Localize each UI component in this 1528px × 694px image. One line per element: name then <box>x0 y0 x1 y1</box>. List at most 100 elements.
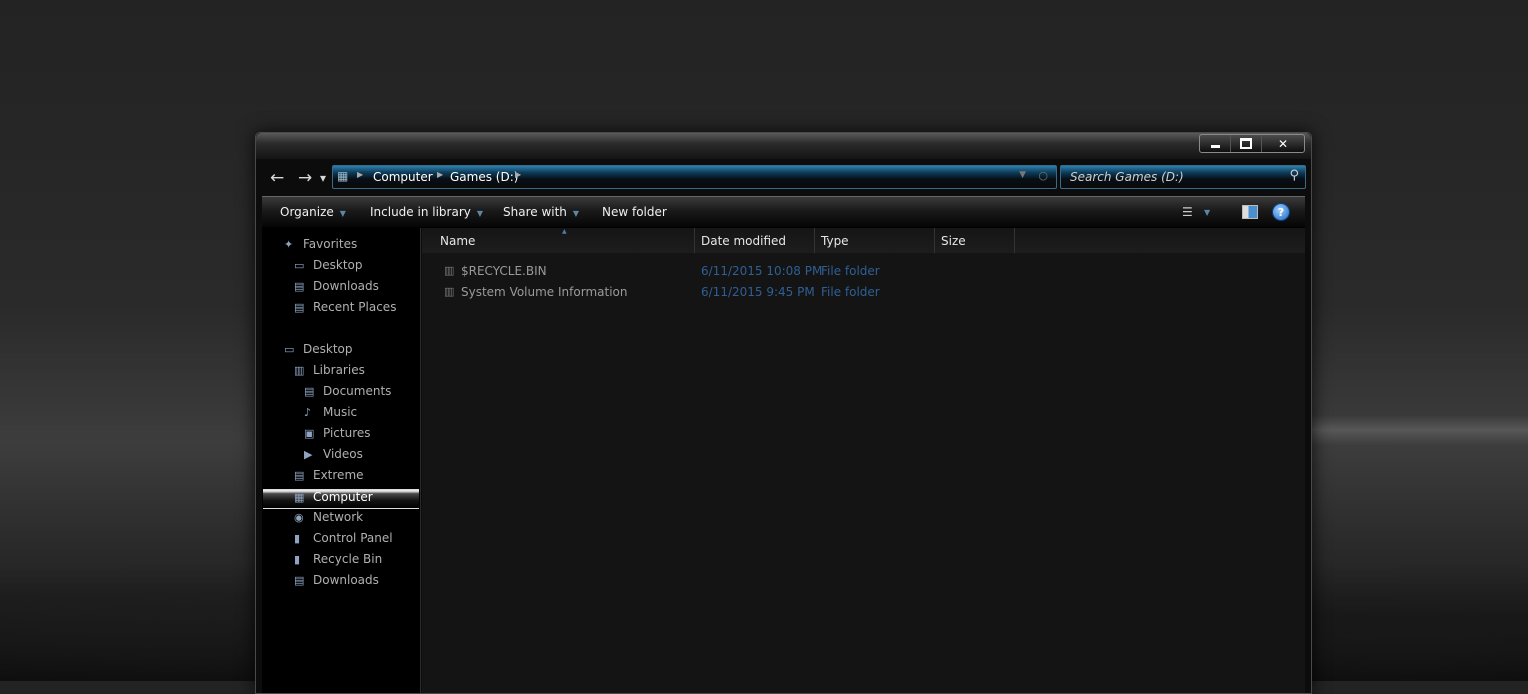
forward-button[interactable]: → <box>298 168 312 188</box>
breadcrumb-separator-icon[interactable]: ▶ <box>515 170 521 179</box>
change-view-icon[interactable]: ☰ <box>1182 205 1193 219</box>
nav-label: Extreme <box>313 468 364 482</box>
new-folder-button[interactable]: New folder <box>602 205 667 219</box>
column-header: ▲ Name Date modified Type Size <box>422 228 1305 253</box>
column-date-modified[interactable]: Date modified <box>701 234 786 248</box>
search-input[interactable]: Search Games (D:) <box>1070 170 1184 184</box>
chevron-down-icon: ▼ <box>476 209 484 218</box>
address-row: ← → ▾ ▦ ▶ Computer ▶ Games (D:) ▶ ▼ ○ Se… <box>262 163 1307 193</box>
nav-label: Libraries <box>313 363 365 377</box>
include-in-library-button[interactable]: Include in library ▼ <box>370 205 483 219</box>
nav-label: Recent Places <box>313 300 397 314</box>
nav-label: Desktop <box>313 258 363 272</box>
nav-pictures[interactable]: ▣ Pictures <box>304 426 371 446</box>
view-options-chevron-icon[interactable]: ▼ <box>1204 208 1210 217</box>
control-panel-icon: ▮ <box>294 532 301 545</box>
column-type[interactable]: Type <box>821 234 849 248</box>
include-in-library-label: Include in library <box>370 205 471 219</box>
navigation-pane: ✦ Favorites ▭ Desktop ▤ Downloads ▤ Recent P… <box>262 228 421 693</box>
sort-ascending-icon: ▲ <box>562 228 567 235</box>
nav-label: Desktop <box>303 342 353 356</box>
share-with-button[interactable]: Share with ▼ <box>503 205 579 219</box>
nav-favorites-desktop[interactable]: ▭ Desktop <box>294 258 363 278</box>
desktop-icon: ▭ <box>284 343 295 356</box>
recent-places-icon: ▤ <box>294 301 305 314</box>
nav-extreme[interactable]: ▤ Extreme <box>294 468 364 488</box>
column-divider[interactable] <box>1014 228 1015 253</box>
back-button[interactable]: ← <box>270 168 284 188</box>
file-date: 6/11/2015 10:08 PM <box>701 264 823 278</box>
file-name: $RECYCLE.BIN <box>461 264 547 278</box>
chevron-down-icon: ▼ <box>572 209 580 218</box>
maximize-button[interactable] <box>1231 135 1262 152</box>
nav-network[interactable]: ◉ Network <box>294 510 363 530</box>
refresh-icon[interactable]: ○ <box>1038 169 1048 182</box>
favorites-star-icon: ✦ <box>284 238 294 251</box>
column-divider[interactable] <box>694 228 695 253</box>
folder-icon: ▥ <box>444 264 455 277</box>
column-size[interactable]: Size <box>941 234 966 248</box>
organize-button[interactable]: Organize ▼ <box>280 205 346 219</box>
table-row[interactable]: ▥ System Volume Information 6/11/2015 9:… <box>422 282 1022 302</box>
search-icon[interactable]: ⚲ <box>1289 168 1299 183</box>
nav-label: Documents <box>323 384 392 398</box>
desktop-wallpaper-haze <box>1310 415 1528 445</box>
nav-favorites-downloads[interactable]: ▤ Downloads <box>294 279 379 299</box>
nav-documents[interactable]: ▤ Documents <box>304 384 391 404</box>
close-icon: ✕ <box>1277 136 1289 151</box>
nav-label: Favorites <box>303 237 358 251</box>
downloads-icon: ▤ <box>294 574 305 587</box>
address-dropdown-icon[interactable]: ▼ <box>1019 170 1026 180</box>
nav-desktop[interactable]: ▭ Desktop <box>284 342 353 362</box>
nav-favorites[interactable]: ✦ Favorites <box>284 237 357 257</box>
address-bar[interactable]: ▦ ▶ Computer ▶ Games (D:) ▶ ▼ ○ <box>332 165 1057 189</box>
minimize-icon <box>1210 145 1220 148</box>
search-box[interactable]: Search Games (D:) ⚲ <box>1060 165 1306 189</box>
file-list: ▲ Name Date modified Type Size ▥ $RECYCL… <box>422 228 1305 693</box>
command-bar: Organize ▼ Include in library ▼ Share with… <box>262 196 1305 228</box>
chevron-down-icon: ▼ <box>339 209 346 218</box>
user-folder-icon: ▤ <box>294 469 305 482</box>
help-icon[interactable]: ? <box>1272 203 1290 221</box>
column-divider[interactable] <box>814 228 815 253</box>
desktop-icon: ▭ <box>294 259 305 272</box>
nav-label: Control Panel <box>313 531 393 545</box>
nav-downloads[interactable]: ▤ Downloads <box>294 573 379 593</box>
computer-icon: ▦ <box>294 491 305 504</box>
share-with-label: Share with <box>503 205 567 219</box>
nav-recent-places[interactable]: ▤ Recent Places <box>294 300 396 320</box>
maximize-icon <box>1240 138 1252 149</box>
breadcrumb-games-drive[interactable]: Games (D:) <box>450 170 518 184</box>
nav-label: Recycle Bin <box>313 552 383 566</box>
videos-icon: ▶ <box>304 448 313 461</box>
computer-icon: ▦ <box>337 169 349 183</box>
organize-label: Organize <box>280 205 334 219</box>
file-name: System Volume Information <box>461 285 628 299</box>
file-type: File folder <box>821 264 880 278</box>
table-row[interactable]: ▥ $RECYCLE.BIN 6/11/2015 10:08 PM File f… <box>422 261 1022 281</box>
caption-buttons: ✕ <box>1199 134 1305 153</box>
file-type: File folder <box>821 285 880 299</box>
breadcrumb-separator-icon[interactable]: ▶ <box>437 170 443 179</box>
breadcrumb-separator-icon[interactable]: ▶ <box>357 170 363 179</box>
minimize-button[interactable] <box>1200 135 1231 152</box>
column-name[interactable]: Name <box>440 234 475 248</box>
nav-control-panel[interactable]: ▮ Control Panel <box>294 531 393 551</box>
nav-label: Downloads <box>313 573 379 587</box>
nav-label: Computer <box>313 490 373 504</box>
pictures-icon: ▣ <box>304 427 315 440</box>
nav-computer[interactable]: ▦ Computer <box>263 489 419 509</box>
nav-videos[interactable]: ▶ Videos <box>304 447 363 467</box>
title-bar[interactable]: ✕ <box>256 133 1311 159</box>
network-icon: ◉ <box>294 511 304 524</box>
nav-libraries[interactable]: ▥ Libraries <box>294 363 365 383</box>
nav-music[interactable]: ♪ Music <box>304 405 357 425</box>
recent-locations-button[interactable]: ▾ <box>320 171 326 185</box>
downloads-icon: ▤ <box>294 280 305 293</box>
breadcrumb-computer[interactable]: Computer <box>373 170 433 184</box>
column-divider[interactable] <box>934 228 935 253</box>
nav-recycle-bin[interactable]: ▮ Recycle Bin <box>294 552 382 572</box>
nav-label: Music <box>323 405 358 419</box>
close-button[interactable]: ✕ <box>1262 135 1304 152</box>
preview-pane-icon[interactable] <box>1242 205 1258 219</box>
